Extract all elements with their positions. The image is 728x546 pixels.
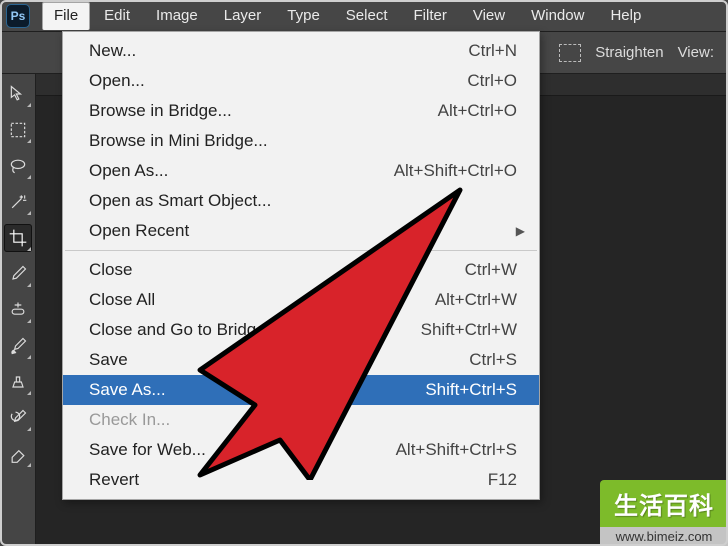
file-menu-dropdown: New... Ctrl+N Open... Ctrl+O Browse in B… [62, 31, 540, 500]
menu-item-shortcut: Alt+Ctrl+W [377, 290, 517, 310]
crop-tool[interactable] [4, 224, 32, 252]
menu-item-shortcut: Shift+Ctrl+W [377, 320, 517, 340]
watermark-url: www.bimeiz.com [600, 527, 728, 546]
menu-layer[interactable]: Layer [212, 3, 274, 28]
history-brush-tool[interactable] [4, 404, 32, 432]
menu-edit[interactable]: Edit [92, 3, 142, 28]
menu-item-browse-bridge[interactable]: Browse in Bridge... Alt+Ctrl+O [63, 96, 539, 126]
menu-select[interactable]: Select [334, 3, 400, 28]
eraser-tool[interactable] [4, 440, 32, 468]
menu-item-open-smart-object[interactable]: Open as Smart Object... [63, 186, 539, 216]
menu-window[interactable]: Window [519, 3, 596, 28]
view-label: View: [678, 44, 714, 61]
menu-file[interactable]: File [42, 2, 90, 30]
menu-item-shortcut: Ctrl+O [377, 71, 517, 91]
straighten-button[interactable]: Straighten [595, 44, 663, 61]
menu-item-label: Revert [89, 470, 139, 490]
menu-item-check-in: Check In... [63, 405, 539, 435]
menu-item-save-for-web[interactable]: Save for Web... Alt+Shift+Ctrl+S [63, 435, 539, 465]
menu-item-shortcut: Ctrl+W [377, 260, 517, 280]
menu-item-close-go-bridge[interactable]: Close and Go to Bridge... Shift+Ctrl+W [63, 315, 539, 345]
menu-item-label: Close All [89, 290, 155, 310]
eyedropper-tool[interactable] [4, 260, 32, 288]
menu-item-label: New... [89, 41, 136, 61]
lasso-tool[interactable] [4, 152, 32, 180]
menu-view[interactable]: View [461, 3, 517, 28]
menu-item-shortcut: F12 [377, 470, 517, 490]
menu-type[interactable]: Type [275, 3, 332, 28]
menu-item-shortcut: Alt+Ctrl+O [377, 101, 517, 121]
menu-item-shortcut: Alt+Shift+Ctrl+O [377, 161, 517, 181]
straighten-icon [559, 44, 581, 62]
clone-stamp-tool[interactable] [4, 368, 32, 396]
menu-item-open[interactable]: Open... Ctrl+O [63, 66, 539, 96]
menu-item-new[interactable]: New... Ctrl+N [63, 36, 539, 66]
menu-item-open-as[interactable]: Open As... Alt+Shift+Ctrl+O [63, 156, 539, 186]
menu-separator [65, 250, 537, 251]
brush-tool[interactable] [4, 332, 32, 360]
menu-item-label: Save As... [89, 380, 166, 400]
menu-help[interactable]: Help [598, 3, 653, 28]
menu-item-label: Close and Go to Bridge... [89, 320, 280, 340]
menu-item-label: Open... [89, 71, 145, 91]
menu-item-label: Save for Web... [89, 440, 206, 460]
menubar: Ps File Edit Image Layer Type Select Fil… [0, 0, 728, 32]
healing-brush-tool[interactable] [4, 296, 32, 324]
app-logo: Ps [6, 4, 30, 28]
magic-wand-tool[interactable] [4, 188, 32, 216]
menu-item-label: Open As... [89, 161, 168, 181]
menu-item-close[interactable]: Close Ctrl+W [63, 255, 539, 285]
move-tool[interactable] [4, 80, 32, 108]
menu-item-save[interactable]: Save Ctrl+S [63, 345, 539, 375]
menu-item-shortcut: Shift+Ctrl+S [377, 380, 517, 400]
menu-item-label: Browse in Bridge... [89, 101, 232, 121]
menu-image[interactable]: Image [144, 3, 210, 28]
menu-item-label: Check In... [89, 410, 170, 430]
menu-item-label: Close [89, 260, 132, 280]
menu-item-close-all[interactable]: Close All Alt+Ctrl+W [63, 285, 539, 315]
menu-item-label: Save [89, 350, 128, 370]
menu-item-shortcut: Alt+Shift+Ctrl+S [377, 440, 517, 460]
menu-filter[interactable]: Filter [402, 3, 459, 28]
marquee-tool[interactable] [4, 116, 32, 144]
toolbox [0, 74, 36, 546]
menu-item-revert[interactable]: Revert F12 [63, 465, 539, 495]
menu-item-shortcut: Ctrl+S [377, 350, 517, 370]
submenu-arrow-icon: ▶ [516, 224, 525, 238]
menu-item-shortcut: Ctrl+N [377, 41, 517, 61]
watermark: 生活百科 www.bimeiz.com [600, 480, 728, 546]
menu-item-label: Open as Smart Object... [89, 191, 271, 211]
menu-item-label: Browse in Mini Bridge... [89, 131, 268, 151]
menu-item-label: Open Recent [89, 221, 189, 241]
menu-item-open-recent[interactable]: Open Recent ▶ [63, 216, 539, 246]
menu-item-browse-mini-bridge[interactable]: Browse in Mini Bridge... [63, 126, 539, 156]
watermark-badge: 生活百科 [600, 480, 728, 527]
menu-item-save-as[interactable]: Save As... Shift+Ctrl+S [63, 375, 539, 405]
